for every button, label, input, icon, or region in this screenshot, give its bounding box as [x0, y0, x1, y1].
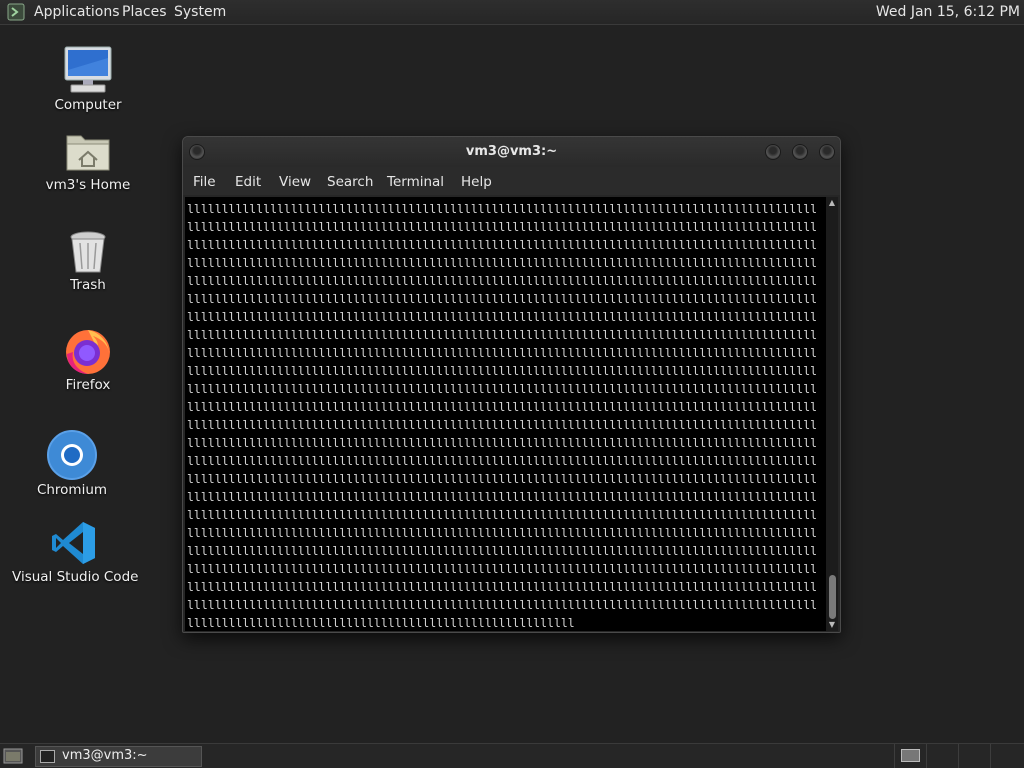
workspace-2[interactable] — [926, 744, 958, 768]
terminal-output[interactable]: llllllllllllllllllllllllllllllllllllllll… — [185, 197, 826, 631]
window-menubar: File Edit View Search Terminal Help — [183, 167, 840, 195]
terminal-window[interactable]: vm3@vm3:~ File Edit View Search Terminal… — [182, 136, 841, 633]
terminal-text: llllllllllllllllllllllllllllllllllllllll… — [187, 202, 818, 630]
desktop-icon-label: Trash — [70, 277, 106, 293]
desktop-icon-trash[interactable]: Trash — [38, 228, 138, 296]
scroll-down-arrow-icon[interactable]: ▼ — [826, 620, 838, 630]
menu-help[interactable]: Help — [461, 174, 492, 190]
desktop-icon-chromium[interactable]: Chromium — [22, 430, 122, 500]
workspace-1[interactable] — [894, 744, 926, 768]
applications-menu[interactable]: Applications — [34, 4, 120, 20]
workspace-window-thumbnail — [901, 749, 920, 762]
window-titlebar[interactable]: vm3@vm3:~ — [183, 137, 840, 167]
window-title: vm3@vm3:~ — [465, 144, 558, 159]
applications-logo-icon[interactable] — [7, 3, 29, 22]
places-menu[interactable]: Places — [122, 4, 167, 20]
desktop-icon-label: Firefox — [65, 377, 111, 393]
desktop-icon-firefox[interactable]: Firefox — [38, 326, 138, 396]
minimize-button[interactable] — [765, 144, 781, 160]
home-folder-icon — [66, 135, 110, 171]
menu-file[interactable]: File — [193, 174, 216, 190]
system-menu[interactable]: System — [174, 4, 226, 20]
workspace-3[interactable] — [958, 744, 990, 768]
desktop-icon-label: Computer — [54, 97, 122, 113]
scroll-up-arrow-icon[interactable]: ▲ — [826, 198, 838, 208]
vscode-icon — [52, 522, 95, 564]
desktop-icon-label: vm3's Home — [45, 177, 131, 193]
taskbar-window-label: vm3@vm3:~ — [62, 748, 148, 763]
trash-icon — [70, 231, 106, 273]
desktop-icon-label: Chromium — [36, 482, 108, 498]
desktop-icon-computer[interactable]: Computer — [38, 44, 138, 116]
menu-search[interactable]: Search — [327, 174, 373, 190]
show-desktop-icon[interactable] — [3, 748, 23, 764]
desktop-icon-home[interactable]: vm3's Home — [38, 128, 138, 196]
desktop-icon-vscode[interactable]: Visual Studio Code — [12, 520, 139, 588]
top-panel: Applications Places System Wed Jan 15, 6… — [0, 0, 1024, 25]
taskbar-window-button[interactable]: vm3@vm3:~ — [35, 746, 202, 767]
menu-edit[interactable]: Edit — [235, 174, 261, 190]
workspace-4[interactable] — [990, 744, 1022, 768]
close-button[interactable] — [819, 144, 835, 160]
menu-view[interactable]: View — [279, 174, 311, 190]
terminal-scrollbar[interactable]: ▲ ▼ — [826, 197, 838, 631]
scrollbar-thumb[interactable] — [829, 575, 836, 619]
computer-icon — [64, 46, 112, 93]
menu-terminal[interactable]: Terminal — [387, 174, 444, 190]
workspace-switcher[interactable] — [894, 744, 1024, 768]
terminal-icon — [40, 750, 55, 763]
desktop-icon-label: Visual Studio Code — [12, 569, 139, 585]
firefox-icon — [66, 330, 110, 374]
bottom-panel: vm3@vm3:~ — [0, 743, 1024, 768]
maximize-button[interactable] — [792, 144, 808, 160]
chromium-icon — [47, 430, 97, 480]
clock[interactable]: Wed Jan 15, 6:12 PM — [876, 4, 1020, 20]
